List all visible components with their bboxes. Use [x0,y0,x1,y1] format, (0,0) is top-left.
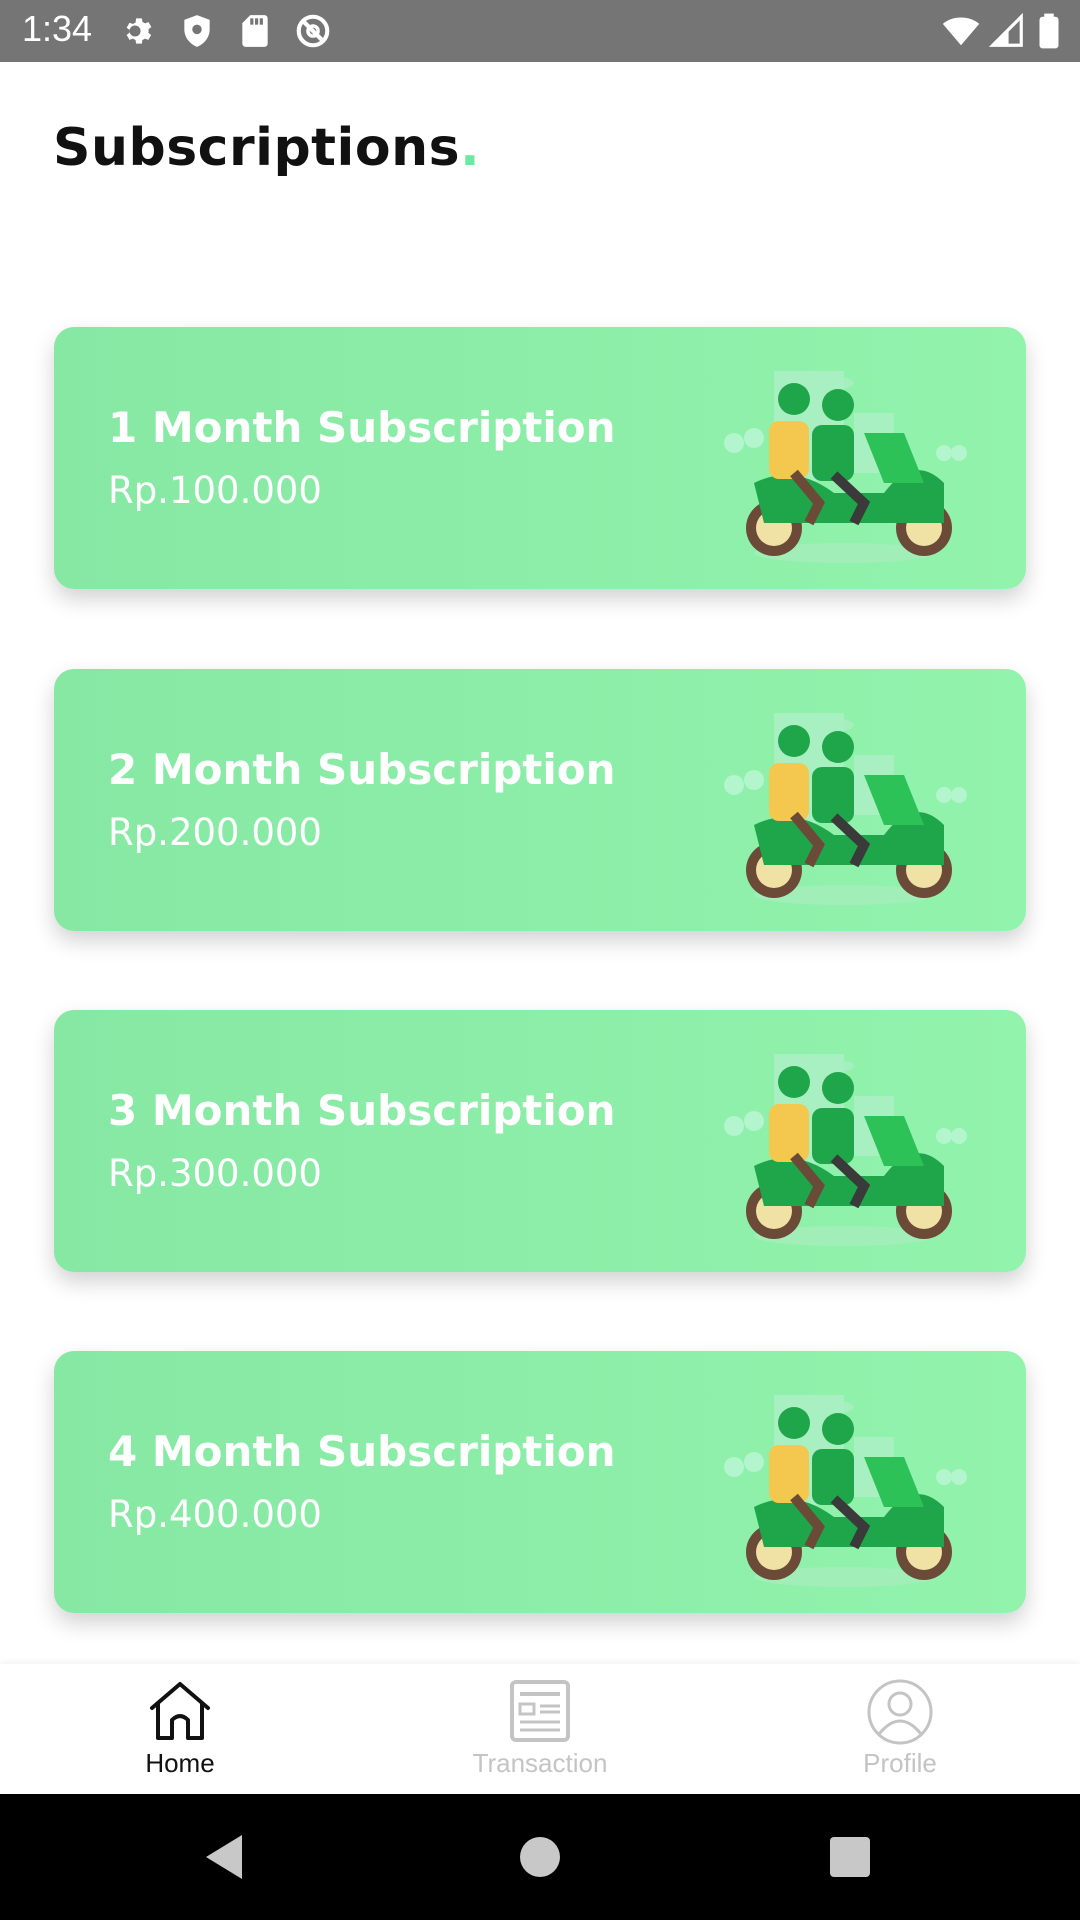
system-nav-bar [0,1794,1080,1920]
nav-label: Home [145,1748,215,1778]
subscription-card-2[interactable]: 2 Month Subscription Rp.200.000 [54,669,1026,931]
blocked-icon [296,14,330,48]
subscription-card-1[interactable]: 1 Month Subscription Rp.100.000 [54,327,1026,589]
wifi-icon [942,17,980,46]
scooter-riders-illustration [724,713,967,905]
receipt-icon [510,1680,570,1742]
subscription-price: Rp.400.000 [108,1493,322,1536]
subscription-card-3[interactable]: 3 Month Subscription Rp.300.000 [54,1010,1026,1272]
bottom-nav: Home Transaction Profile [0,1664,1080,1794]
nav-item-profile[interactable]: Profile [790,1678,1010,1788]
back-icon[interactable] [196,1827,256,1887]
sd-card-icon [242,15,268,47]
subscription-title: 1 Month Subscription [108,403,616,452]
subscription-title: 2 Month Subscription [108,745,616,794]
shield-icon [184,15,210,47]
subscription-card-4[interactable]: 4 Month Subscription Rp.400.000 [54,1351,1026,1613]
subscription-title: 3 Month Subscription [108,1086,616,1135]
page-title: Subscriptions. [53,118,480,178]
subscription-title: 4 Month Subscription [108,1427,616,1476]
subscription-price: Rp.100.000 [108,469,322,512]
subscription-price: Rp.200.000 [108,811,322,854]
nav-label: Profile [863,1748,937,1778]
nav-item-home[interactable]: Home [70,1678,290,1788]
page-title-text: Subscriptions [53,118,461,178]
scooter-riders-illustration [724,371,967,563]
status-bar: 1:34 [0,0,1080,62]
status-time: 1:34 [22,8,93,49]
cell-signal-icon [988,12,1023,47]
subscription-price: Rp.300.000 [108,1152,322,1195]
gear-icon [126,18,152,44]
nav-item-transaction[interactable]: Transaction [430,1678,650,1788]
scooter-riders-illustration [724,1395,967,1587]
battery-icon [1039,13,1059,49]
home-circle-icon[interactable] [510,1827,570,1887]
page-title-dot: . [460,118,481,178]
recents-icon[interactable] [820,1827,880,1887]
user-icon [867,1679,933,1745]
nav-label: Transaction [472,1748,608,1778]
scooter-riders-illustration [724,1054,967,1246]
home-icon [150,1682,210,1740]
